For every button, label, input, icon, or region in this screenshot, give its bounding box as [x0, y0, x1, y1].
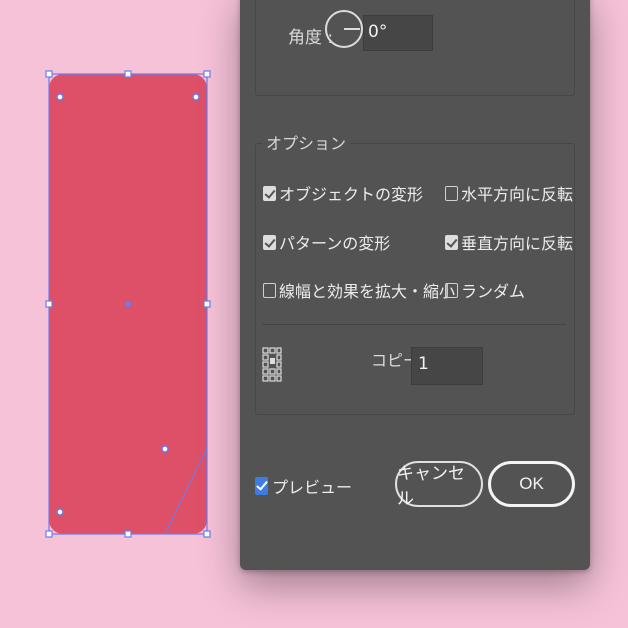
preview-checkbox[interactable]: プレビュー	[255, 474, 352, 498]
cancel-button[interactable]: キャンセル	[395, 461, 483, 508]
checkbox-checked-icon	[255, 477, 268, 495]
ok-button[interactable]: OK	[488, 461, 575, 507]
random-checkbox[interactable]: ランダム	[445, 278, 525, 302]
transform-pattern-checkbox[interactable]: パターンの変形	[263, 230, 390, 254]
transform-pattern-label: パターンの変形	[279, 234, 391, 253]
options-separator	[262, 324, 566, 325]
checkbox-unchecked-icon	[263, 282, 276, 298]
handle-middle-right	[203, 300, 211, 308]
flip-horizontal-checkbox[interactable]: 水平方向に反転	[445, 181, 573, 205]
corner-widget-top-left	[56, 93, 64, 101]
checkbox-unchecked-icon	[445, 282, 458, 298]
checkbox-checked-icon	[263, 234, 276, 250]
corner-widget-top-right	[192, 93, 200, 101]
corner-widget-bottom-left	[56, 508, 64, 516]
handle-middle-left	[45, 300, 53, 308]
options-legend: オプション	[262, 130, 351, 154]
copies-input[interactable]: 1	[411, 347, 483, 385]
random-label: ランダム	[461, 282, 526, 301]
transform-object-checkbox[interactable]: オブジェクトの変形	[263, 181, 423, 205]
center-point	[125, 301, 131, 307]
scale-strokes-label: 線幅と効果を拡大・縮小	[279, 282, 456, 301]
checkbox-unchecked-icon	[445, 185, 458, 201]
scale-strokes-checkbox[interactable]: 線幅と効果を拡大・縮小	[263, 278, 455, 302]
handle-top-center	[124, 70, 132, 78]
flip-vertical-label: 垂直方向に反転	[461, 234, 574, 253]
checkbox-checked-icon	[445, 234, 458, 250]
angle-dial-icon[interactable]	[325, 10, 363, 48]
handle-bottom-center	[124, 530, 132, 538]
selected-shape[interactable]	[0, 0, 240, 628]
checkbox-checked-icon	[263, 185, 276, 201]
flip-horizontal-label: 水平方向に反転	[461, 185, 574, 204]
reference-point-icon[interactable]	[262, 347, 282, 383]
flip-vertical-checkbox[interactable]: 垂直方向に反転	[445, 230, 573, 254]
preview-label: プレビュー	[272, 478, 353, 497]
handle-top-left	[45, 70, 53, 78]
handle-bottom-right	[203, 530, 211, 538]
angle-input[interactable]: 0°	[363, 15, 433, 51]
handle-bottom-left	[45, 530, 53, 538]
transform-object-label: オブジェクトの変形	[279, 185, 424, 204]
corner-widget-bottom-right	[161, 445, 169, 453]
handle-top-right	[203, 70, 211, 78]
canvas-artboard	[0, 0, 240, 628]
transform-dialog: 角度 : 0° オプション オブジェクトの変形 水平方向に反転 パターンの変形 …	[240, 0, 590, 570]
